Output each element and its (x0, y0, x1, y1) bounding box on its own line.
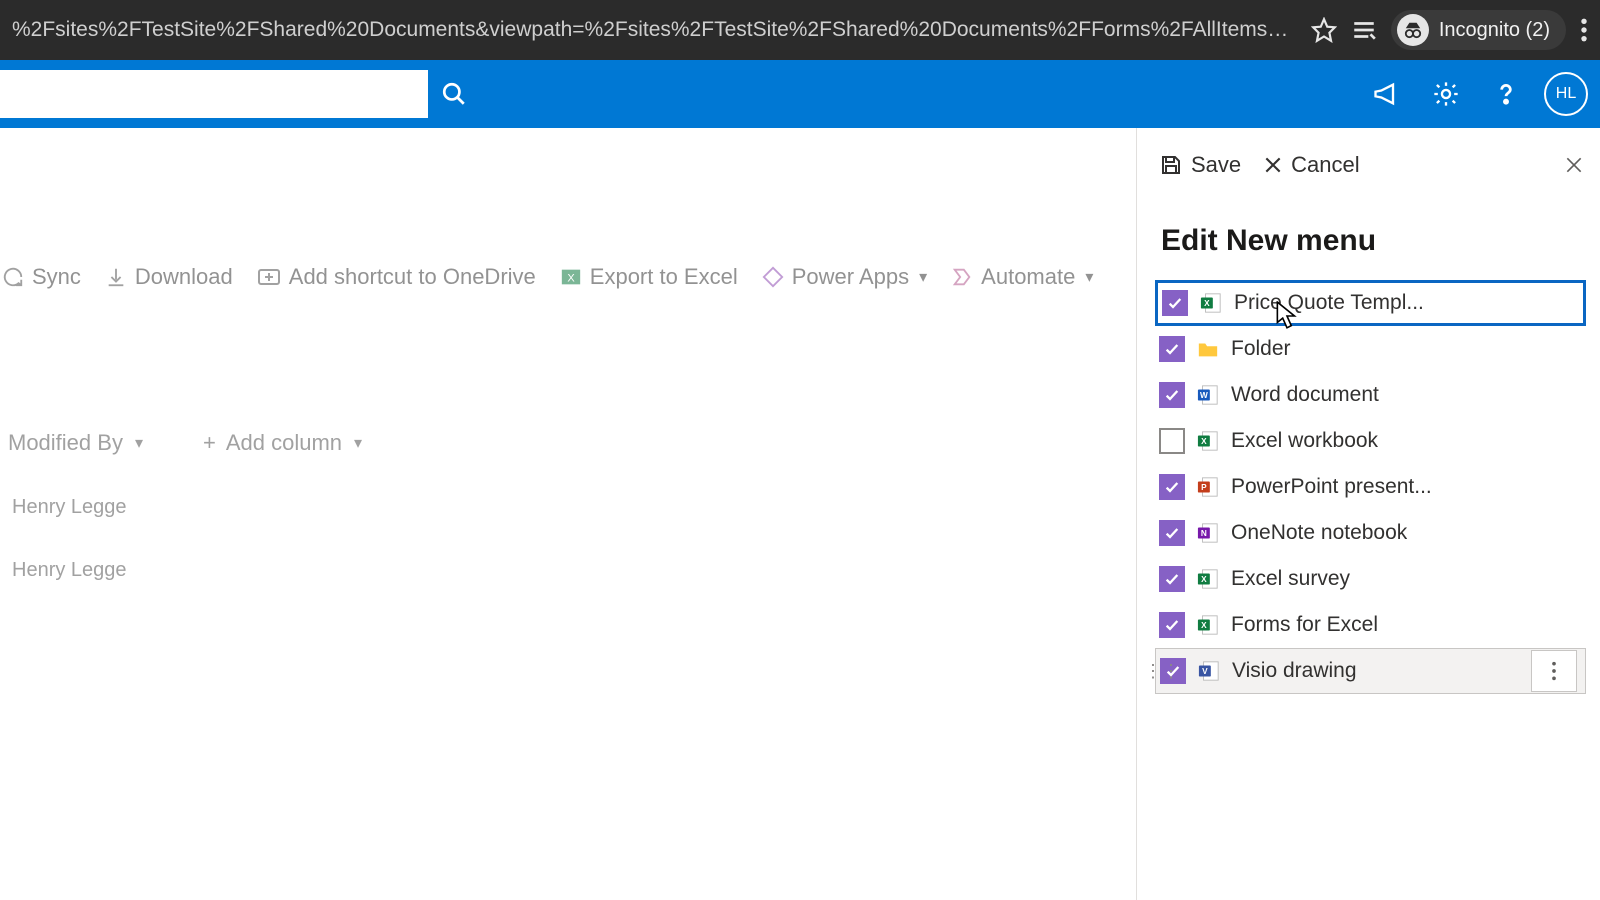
library-view: Sync Download Add shortcut to OneDrive X… (0, 128, 1136, 900)
svg-text:N: N (1201, 529, 1207, 538)
incognito-label: Incognito (2) (1439, 19, 1550, 42)
help-icon[interactable] (1482, 70, 1530, 118)
menu-item[interactable]: N OneNote notebook (1155, 510, 1586, 556)
checkbox[interactable] (1159, 336, 1185, 362)
menu-item[interactable]: X Price Quote Templ... (1155, 280, 1586, 326)
search-input[interactable] (0, 70, 428, 118)
cancel-button[interactable]: Cancel (1257, 148, 1365, 182)
checkbox[interactable] (1162, 290, 1188, 316)
user-avatar[interactable]: HL (1544, 72, 1588, 116)
svg-text:P: P (1201, 483, 1207, 492)
suite-header: HL (0, 60, 1600, 128)
menu-item-label: Folder (1231, 337, 1291, 361)
chevron-down-icon: ▾ (135, 433, 143, 453)
power-apps-label: Power Apps (792, 264, 909, 290)
svg-text:X: X (1201, 437, 1207, 446)
search-button[interactable] (428, 70, 480, 118)
command-bar: Sync Download Add shortcut to OneDrive X… (0, 264, 1136, 290)
automate-label: Automate (981, 264, 1075, 290)
content-area: Sync Download Add shortcut to OneDrive X… (0, 128, 1600, 900)
save-button[interactable]: Save (1153, 148, 1247, 182)
incognito-indicator[interactable]: Incognito (2) (1391, 10, 1566, 50)
svg-text:V: V (1202, 667, 1208, 676)
incognito-icon (1397, 14, 1429, 46)
menu-item[interactable]: ⋮⋮VVisio drawing (1155, 648, 1586, 694)
list-row[interactable]: Henry Legge (12, 496, 1136, 519)
svg-text:W: W (1200, 391, 1208, 400)
search-container (0, 70, 480, 118)
svg-text:X: X (1201, 621, 1207, 630)
download-button[interactable]: Download (105, 264, 233, 290)
menu-item[interactable]: Folder (1155, 326, 1586, 372)
word-doc-icon: W (1197, 384, 1219, 406)
column-headers: Modified By ▾ + Add column ▾ (0, 430, 1136, 456)
checkbox[interactable] (1159, 612, 1185, 638)
excel-doc-icon: X (1197, 614, 1219, 636)
megaphone-icon[interactable] (1362, 70, 1410, 118)
add-shortcut-label: Add shortcut to OneDrive (289, 264, 536, 290)
checkbox[interactable] (1159, 382, 1185, 408)
menu-item-label: Visio drawing (1232, 659, 1357, 683)
export-excel-button[interactable]: X Export to Excel (560, 264, 738, 290)
browser-chrome: %2Fsites%2FTestSite%2FShared%20Documents… (0, 0, 1600, 60)
automate-button[interactable]: Automate ▾ (951, 264, 1093, 290)
add-shortcut-button[interactable]: Add shortcut to OneDrive (257, 264, 536, 290)
menu-item-label: OneNote notebook (1231, 521, 1407, 545)
checkbox[interactable] (1159, 520, 1185, 546)
modified-by-header[interactable]: Modified By ▾ (8, 430, 143, 456)
export-excel-label: Export to Excel (590, 264, 738, 290)
menu-item-label: Excel survey (1231, 567, 1350, 591)
drag-handle-icon[interactable]: ⋮⋮ (1144, 661, 1180, 682)
menu-item[interactable]: W Word document (1155, 372, 1586, 418)
onenote-doc-icon: N (1197, 522, 1219, 544)
chevron-down-icon: ▾ (1085, 267, 1093, 287)
sync-button[interactable]: Sync (2, 264, 81, 290)
menu-item[interactable]: X Excel workbook (1155, 418, 1586, 464)
menu-item[interactable]: X Excel survey (1155, 556, 1586, 602)
add-column-button[interactable]: + Add column ▾ (203, 430, 362, 456)
menu-item-label: Price Quote Templ... (1234, 291, 1424, 315)
visio-doc-icon: V (1198, 660, 1220, 682)
folder-doc-icon (1197, 338, 1219, 360)
settings-gear-icon[interactable] (1422, 70, 1470, 118)
menu-item-label: Forms for Excel (1231, 613, 1378, 637)
url-bar[interactable]: %2Fsites%2FTestSite%2FShared%20Documents… (12, 18, 1297, 42)
plus-icon: + (203, 430, 216, 456)
chevron-down-icon: ▾ (354, 433, 362, 453)
panel-title: Edit New menu (1137, 188, 1600, 276)
menu-item-label: Excel workbook (1231, 429, 1378, 453)
power-apps-button[interactable]: Power Apps ▾ (762, 264, 927, 290)
reading-list-icon[interactable] (1351, 19, 1377, 41)
item-more-button[interactable] (1531, 650, 1577, 692)
excel-doc-icon: X (1197, 568, 1219, 590)
browser-menu-icon[interactable] (1580, 17, 1588, 43)
edit-new-menu-panel: Save Cancel Edit New menu X Price Quote T… (1136, 128, 1600, 900)
list-row[interactable]: Henry Legge (12, 559, 1136, 582)
save-label: Save (1191, 152, 1241, 178)
download-label: Download (135, 264, 233, 290)
menu-item-label: Word document (1231, 383, 1379, 407)
cancel-label: Cancel (1291, 152, 1359, 178)
list-rows: Henry Legge Henry Legge (0, 496, 1136, 582)
excel-doc-icon: X (1200, 292, 1222, 314)
svg-text:X: X (1204, 299, 1210, 308)
checkbox[interactable] (1159, 566, 1185, 592)
svg-text:X: X (567, 273, 575, 285)
close-panel-button[interactable] (1564, 155, 1584, 175)
ppt-doc-icon: P (1197, 476, 1219, 498)
panel-toolbar: Save Cancel (1137, 142, 1600, 188)
chevron-down-icon: ▾ (919, 267, 927, 287)
menu-item-label: PowerPoint present... (1231, 475, 1432, 499)
excel-doc-icon: X (1197, 430, 1219, 452)
checkbox[interactable] (1159, 428, 1185, 454)
svg-text:X: X (1201, 575, 1207, 584)
menu-item[interactable]: P PowerPoint present... (1155, 464, 1586, 510)
menu-item-list: X Price Quote Templ... Folder W Word documen… (1137, 276, 1600, 694)
bookmark-star-icon[interactable] (1311, 17, 1337, 43)
menu-item[interactable]: X Forms for Excel (1155, 602, 1586, 648)
sync-label: Sync (32, 264, 81, 290)
checkbox[interactable] (1159, 474, 1185, 500)
